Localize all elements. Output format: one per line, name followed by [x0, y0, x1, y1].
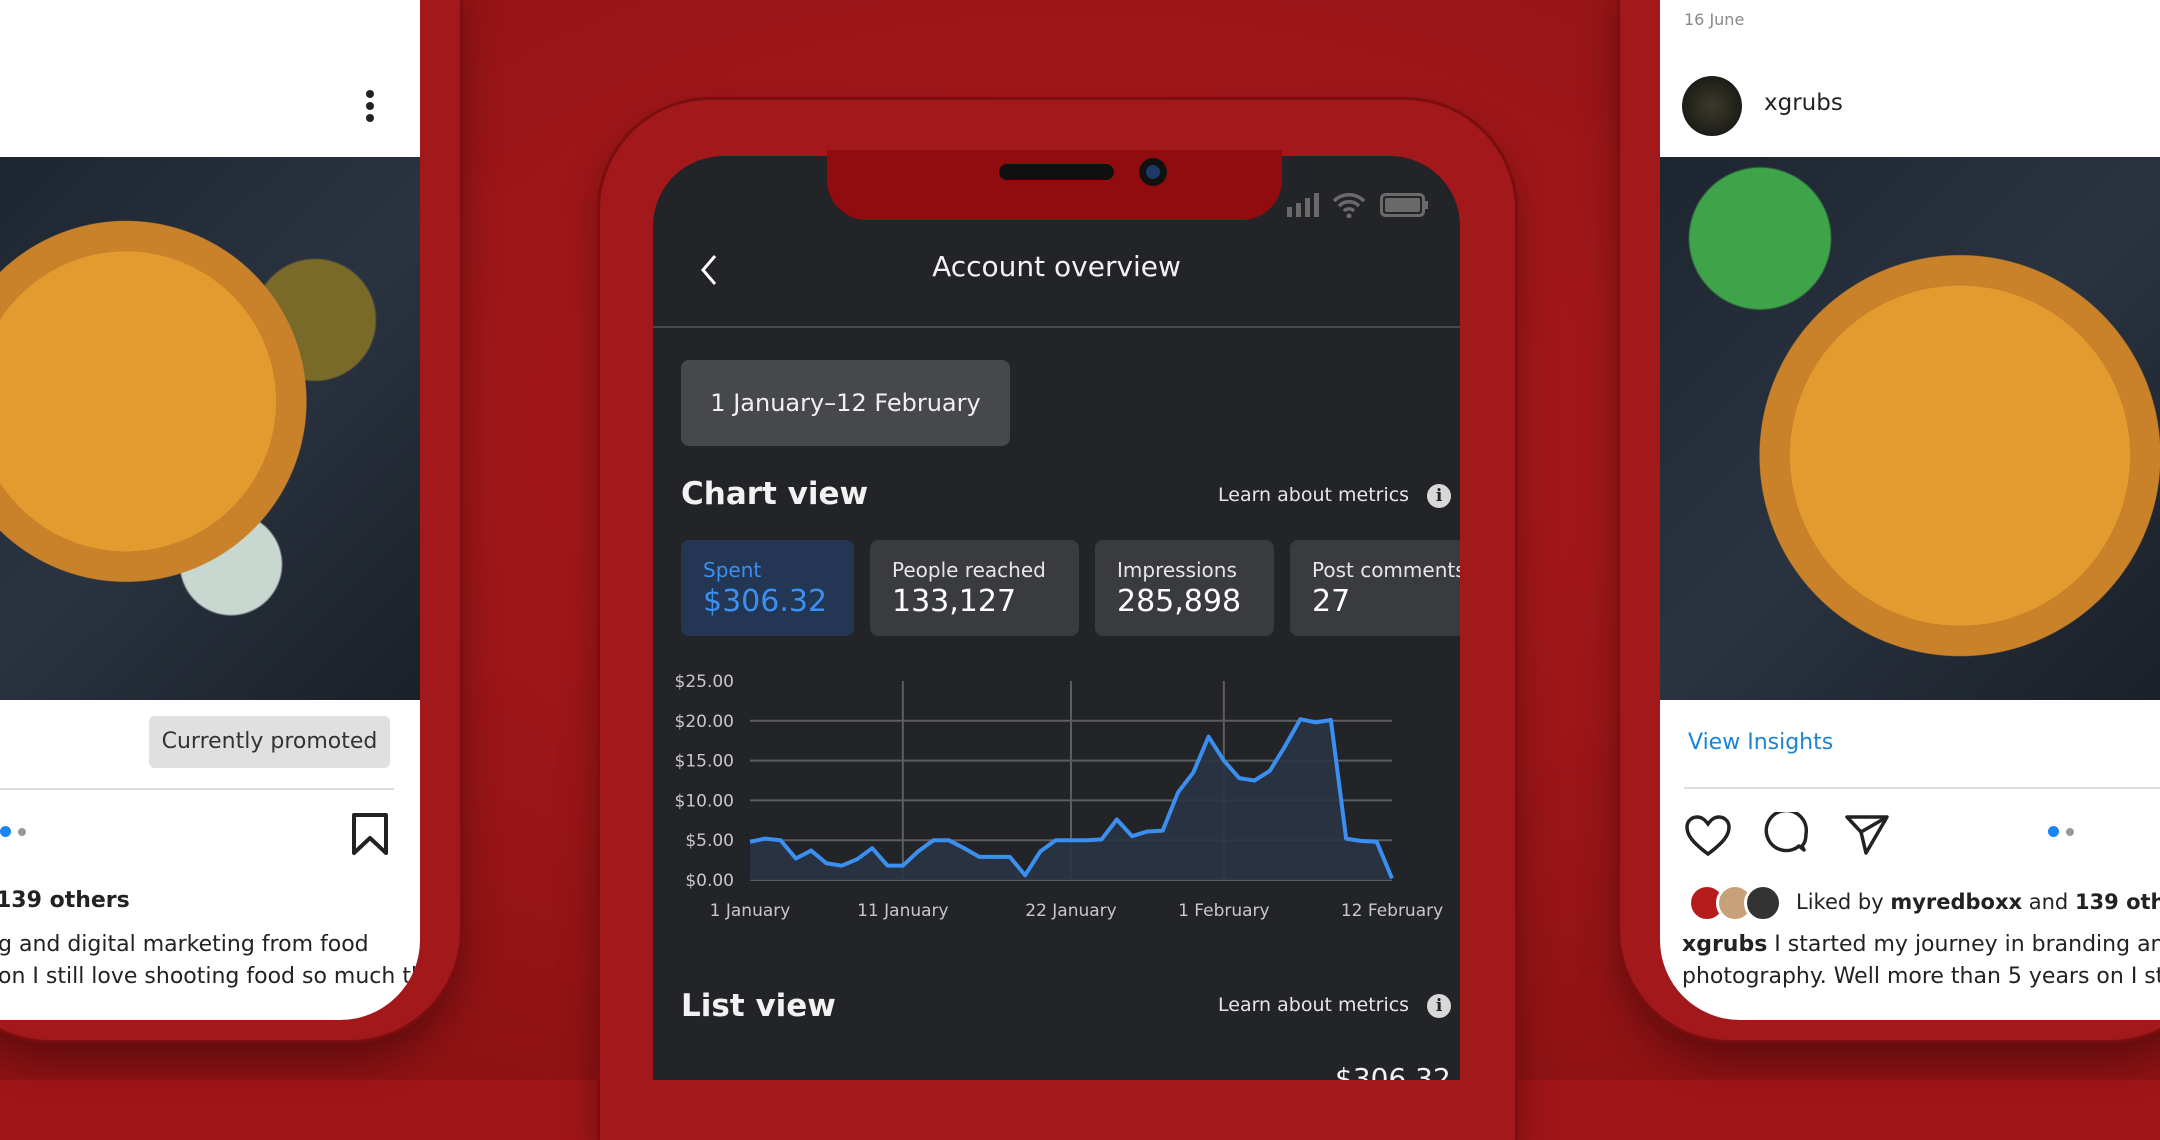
- carousel-dot: [18, 828, 26, 836]
- account-overview-screen: Account overview 1 January–12 February C…: [653, 156, 1460, 1080]
- right-post-screen: 16 June xgrubs View Insights Liked by my…: [1660, 0, 2160, 1020]
- y-tick-label: $10.00: [675, 791, 734, 811]
- post-date: 16 June: [1684, 10, 1744, 29]
- list-spent-value: $306.32: [1335, 1062, 1451, 1080]
- signal-icon: [1287, 193, 1321, 217]
- post-photo[interactable]: [1660, 157, 2160, 700]
- battery-icon: [1380, 193, 1430, 217]
- liked-prefix: Liked by: [1796, 890, 1890, 914]
- learn-metrics-label: Learn about metrics: [1218, 484, 1409, 506]
- learn-metrics-link[interactable]: Learn about metrics i: [1218, 484, 1451, 508]
- metric-value: 285,898: [1117, 584, 1274, 619]
- metric-label: People reached: [892, 558, 1079, 582]
- metric-value: 27: [1312, 584, 1460, 619]
- metric-label: Post comments: [1312, 558, 1460, 582]
- metric-card-people-reached[interactable]: People reached133,127: [870, 540, 1079, 636]
- page-title: Account overview: [653, 250, 1460, 283]
- comment-icon[interactable]: [1764, 812, 1810, 858]
- caption-line: xgrubs I started my journey in branding …: [1682, 932, 2160, 957]
- carousel-dot: [2066, 828, 2074, 836]
- header-divider: [653, 326, 1460, 328]
- metric-value: $306.32: [703, 584, 854, 619]
- y-tick-label: $15.00: [675, 752, 734, 772]
- liked-user[interactable]: myredboxx: [1890, 890, 2022, 914]
- left-post-screen: Currently promoted 139 others g and digi…: [0, 0, 420, 1020]
- caption-line: g and digital marketing from food: [0, 932, 369, 957]
- liker-avatars[interactable]: [1688, 884, 1783, 922]
- view-insights-link[interactable]: View Insights: [1688, 730, 1833, 755]
- liked-mid: and: [2022, 890, 2075, 914]
- date-range-button[interactable]: 1 January–12 February: [681, 360, 1010, 446]
- metric-value: 133,127: [892, 584, 1079, 619]
- camera: [1139, 158, 1167, 186]
- metric-card-impressions[interactable]: Impressions285,898: [1095, 540, 1274, 636]
- notch: [827, 150, 1282, 220]
- post-photo[interactable]: [0, 157, 420, 700]
- caption-line: on I still love shooting food so much th…: [0, 964, 420, 989]
- list-view-heading: List view: [681, 988, 836, 1024]
- x-tick-label: 11 January: [857, 901, 948, 921]
- caption-user[interactable]: xgrubs: [1682, 932, 1767, 957]
- x-tick-label: 1 January: [710, 901, 791, 921]
- avatar[interactable]: [1682, 76, 1742, 136]
- learn-metrics-link[interactable]: Learn about metrics i: [1218, 994, 1451, 1018]
- wifi-icon: [1332, 192, 1366, 218]
- x-tick-label: 12 February: [1341, 901, 1443, 921]
- carousel-dot-active: [0, 826, 11, 837]
- currently-promoted-button[interactable]: Currently promoted: [149, 716, 390, 768]
- x-tick-label: 1 February: [1178, 901, 1270, 921]
- y-tick-label: $0.00: [685, 871, 734, 891]
- speaker: [999, 164, 1114, 180]
- liked-by-text[interactable]: Liked by myredboxx and 139 others: [1796, 890, 2160, 914]
- like-icon[interactable]: [1684, 814, 1732, 858]
- chart-view-heading: Chart view: [681, 476, 868, 512]
- share-icon[interactable]: [1844, 814, 1890, 856]
- carousel-dot-active: [2048, 826, 2059, 837]
- metric-label: Impressions: [1117, 558, 1274, 582]
- divider: [1684, 787, 2160, 789]
- spend-chart: $0.00 $5.00 $10.00 $15.00 $20.00 $25.00 1 Janu…: [653, 656, 1460, 946]
- metric-card-post-comments[interactable]: Post comments27: [1290, 540, 1460, 636]
- info-icon[interactable]: i: [1427, 994, 1451, 1018]
- y-tick-label: $20.00: [675, 712, 734, 732]
- x-tick-label: 22 January: [1025, 901, 1116, 921]
- y-tick-label: $25.00: [675, 672, 734, 692]
- bookmark-icon[interactable]: [350, 812, 390, 856]
- username[interactable]: xgrubs: [1764, 90, 1843, 116]
- more-options-icon[interactable]: [366, 90, 376, 122]
- learn-metrics-label: Learn about metrics: [1218, 994, 1409, 1016]
- y-tick-label: $5.00: [685, 831, 734, 851]
- metric-label: Spent: [703, 558, 854, 582]
- caption-line: photography. Well more than 5 years on I…: [1682, 964, 2160, 989]
- info-icon[interactable]: i: [1427, 484, 1451, 508]
- liked-count[interactable]: 139 others: [2075, 890, 2160, 914]
- caption-text: I started my journey in branding and dig…: [1767, 932, 2160, 957]
- likes-text: 139 others: [0, 888, 130, 913]
- metric-card-spent[interactable]: Spent$306.32: [681, 540, 854, 636]
- divider: [0, 788, 394, 790]
